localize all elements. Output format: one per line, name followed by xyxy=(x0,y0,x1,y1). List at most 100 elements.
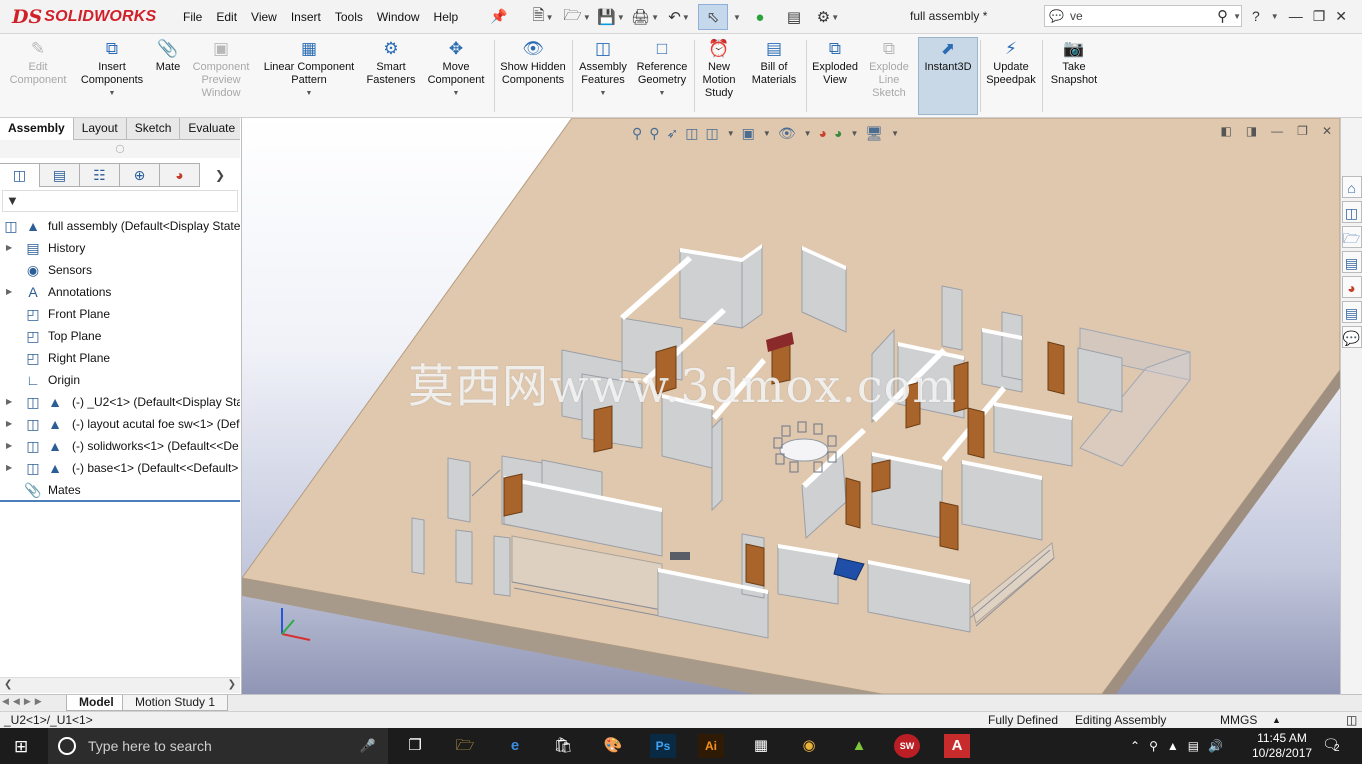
viewport-close-icon[interactable]: ✕ xyxy=(1322,124,1332,138)
expand-arrow-icon[interactable]: ▶ xyxy=(6,435,12,457)
options-gear-icon[interactable]: ⚙ ▼ xyxy=(813,4,843,30)
select-cursor-icon[interactable]: ⬁ xyxy=(698,4,728,30)
mate-button[interactable]: 📎 Mate xyxy=(150,38,186,74)
search-box[interactable]: 💬 ve ⚲ ▼ xyxy=(1044,5,1242,27)
restore-icon[interactable]: ❐ xyxy=(1313,8,1326,25)
minimize-icon[interactable]: — xyxy=(1289,8,1303,24)
take-snapshot-button[interactable]: 📷 Take Snapshot xyxy=(1044,38,1104,87)
search-icon[interactable]: ⚲ xyxy=(1217,7,1228,25)
feature-manager-tab-icon[interactable]: ◫ xyxy=(0,163,40,187)
action-center-icon[interactable]: 🗨 2 xyxy=(1322,736,1340,754)
linear-component-pattern-button[interactable]: ▦ Linear Component Pattern ▼ xyxy=(256,38,362,100)
menu-insert[interactable]: Insert xyxy=(284,10,328,24)
tree-item-history[interactable]: ▶ ▤ History xyxy=(0,237,240,259)
tree-rollback-bar[interactable] xyxy=(0,500,240,502)
property-manager-tab-icon[interactable]: ▤ xyxy=(40,163,80,187)
microphone-icon[interactable]: 🎤 xyxy=(360,738,376,754)
select-dropdown-icon[interactable]: ▼ xyxy=(733,13,741,22)
tray-display-icon[interactable]: ▤ xyxy=(1188,739,1199,753)
tray-network-icon[interactable]: ⚲ xyxy=(1149,739,1158,753)
search-input[interactable]: ve xyxy=(1070,9,1217,23)
tree-item-component[interactable]: ▶ ◫ ▲ (-) solidworks<1> (Default<<De xyxy=(0,435,240,457)
search-dropdown-icon[interactable]: ▼ xyxy=(1233,12,1241,21)
tab-scroll-arrows-icon[interactable]: ◀◀▶▶ xyxy=(2,696,46,707)
print-icon[interactable]: 🖨 ▼ xyxy=(630,4,660,30)
tree-item-front-plane[interactable]: ◰ Front Plane xyxy=(0,303,240,325)
utorrent-icon[interactable]: ▲ xyxy=(846,734,872,758)
expand-arrow-icon[interactable]: ▶ xyxy=(6,281,12,303)
viewport-restore-icon[interactable]: ❐ xyxy=(1297,124,1308,138)
move-component-dropdown-icon[interactable]: ▼ xyxy=(420,87,492,100)
file-explorer-taskbar-icon[interactable]: 🗁 xyxy=(452,734,478,758)
zoom-to-area-icon[interactable]: ⚲ xyxy=(649,125,659,142)
taskbar-search-box[interactable]: Type here to search 🎤 xyxy=(48,728,388,764)
custom-properties-icon[interactable]: ▤ xyxy=(1341,301,1362,323)
tray-app-icon[interactable]: ▲ xyxy=(1167,739,1179,753)
status-tooltip-icon[interactable]: ◫ xyxy=(1346,712,1357,728)
previous-view-icon[interactable]: ➶ xyxy=(667,125,679,142)
reference-geometry-button[interactable]: □ Reference Geometry ▼ xyxy=(632,38,692,100)
windows-start-icon[interactable]: ⊞ xyxy=(14,737,28,757)
tray-chevron-up-icon[interactable]: ⌃ xyxy=(1130,739,1140,753)
scroll-left-icon[interactable]: ❮ xyxy=(4,679,12,690)
appearances-icon[interactable]: ◕ xyxy=(1341,276,1362,298)
menu-file[interactable]: File xyxy=(176,10,209,24)
apply-scene-icon[interactable]: ◕ xyxy=(834,125,842,141)
tab-layout[interactable]: Layout xyxy=(74,118,127,140)
display-manager-tab-icon[interactable]: ◕ xyxy=(160,163,200,187)
store-icon[interactable]: 🛍 xyxy=(550,734,576,758)
edit-appearance-icon[interactable]: ◕ xyxy=(819,125,827,141)
photoshop-icon[interactable]: Ps xyxy=(650,734,676,758)
calculator-icon[interactable]: ▦ xyxy=(748,734,774,758)
new-document-icon[interactable]: 🗎 ▼ xyxy=(528,4,558,30)
help-dropdown-icon[interactable]: ▼ xyxy=(1271,12,1279,21)
tab-model[interactable]: Model xyxy=(66,695,127,711)
display-style-icon[interactable]: ▣ xyxy=(742,125,755,142)
menu-view[interactable]: View xyxy=(244,10,284,24)
menu-window[interactable]: Window xyxy=(370,10,427,24)
component-preview-window-button[interactable]: ▣ Component Preview Window xyxy=(186,38,256,100)
tree-item-component[interactable]: ▶ ◫ ▲ (-) _U2<1> (Default<Display Sta xyxy=(0,391,240,413)
instant3d-button[interactable]: ⬈ Instant3D xyxy=(918,37,978,115)
tree-item-component[interactable]: ▶ ◫ ▲ (-) base<1> (Default<<Default> xyxy=(0,457,240,479)
file-explorer-icon[interactable]: 🗁 xyxy=(1341,226,1362,248)
tree-item-annotations[interactable]: ▶ A Annotations xyxy=(0,281,240,303)
paint-icon[interactable]: 🎨 xyxy=(600,734,626,758)
smart-fasteners-button[interactable]: ⚙ Smart Fasteners xyxy=(362,38,420,87)
hide-show-dropdown-icon[interactable]: ▼ xyxy=(804,129,812,138)
autocad-icon[interactable]: A xyxy=(944,734,970,758)
tab-motion-study-1[interactable]: Motion Study 1 xyxy=(122,695,229,711)
tree-item-right-plane[interactable]: ◰ Right Plane xyxy=(0,347,240,369)
explode-line-sketch-button[interactable]: ⧉ Explode Line Sketch xyxy=(862,38,916,100)
view-orientation-dropdown-icon[interactable]: ▼ xyxy=(727,129,735,138)
tab-sketch[interactable]: Sketch xyxy=(127,118,181,140)
pin-menu-icon[interactable]: 📌 xyxy=(490,8,507,25)
close-icon[interactable]: ✕ xyxy=(1335,8,1347,25)
tree-item-origin[interactable]: ∟ Origin xyxy=(0,369,240,391)
tree-item-component[interactable]: ▶ ◫ ▲ (-) layout acutal foe sw<1> (Def xyxy=(0,413,240,435)
menu-edit[interactable]: Edit xyxy=(209,10,244,24)
configuration-manager-tab-icon[interactable]: ☷ xyxy=(80,163,120,187)
expand-arrow-icon[interactable]: ▶ xyxy=(6,457,12,479)
tab-assembly[interactable]: Assembly xyxy=(0,118,74,140)
view-orientation-icon[interactable]: ◫ xyxy=(706,125,719,142)
solidworks-logo[interactable]: DS SOLIDWORKS xyxy=(12,2,156,32)
hide-show-items-icon[interactable]: 👁 xyxy=(778,125,796,142)
menu-help[interactable]: Help xyxy=(427,10,466,24)
chrome-icon[interactable]: ◉ xyxy=(796,734,822,758)
view-palette-icon[interactable]: ▤ xyxy=(1341,251,1362,273)
apply-scene-dropdown-icon[interactable]: ▼ xyxy=(850,129,858,138)
viewport-minimize-icon[interactable]: — xyxy=(1271,124,1283,138)
task-view-icon[interactable]: ❐ xyxy=(402,734,428,758)
edge-browser-icon[interactable]: e xyxy=(502,734,528,758)
expand-arrow-icon[interactable]: ▶ xyxy=(6,391,12,413)
help-icon[interactable]: ? xyxy=(1252,8,1260,24)
move-component-button[interactable]: ✥ Move Component ▼ xyxy=(420,38,492,100)
viewport-split-left-icon[interactable]: ◧ xyxy=(1220,124,1231,138)
units-dropdown-icon[interactable]: ▲ xyxy=(1272,712,1281,728)
new-motion-study-button[interactable]: ⏰ New Motion Study xyxy=(696,38,742,100)
graphics-area[interactable]: ⚲ ⚲ ➶ ◫ ◫ ▼ ▣ ▼ 👁 ▼ ◕ ◕ ▼ 🖥 ▼ ◧ ◨ — ❐ ✕ … xyxy=(242,118,1340,694)
panel-grip-icon[interactable]: ◯ xyxy=(0,140,240,158)
dimxpert-tab-icon[interactable]: ⊕ xyxy=(120,163,160,187)
menu-tools[interactable]: Tools xyxy=(328,10,370,24)
